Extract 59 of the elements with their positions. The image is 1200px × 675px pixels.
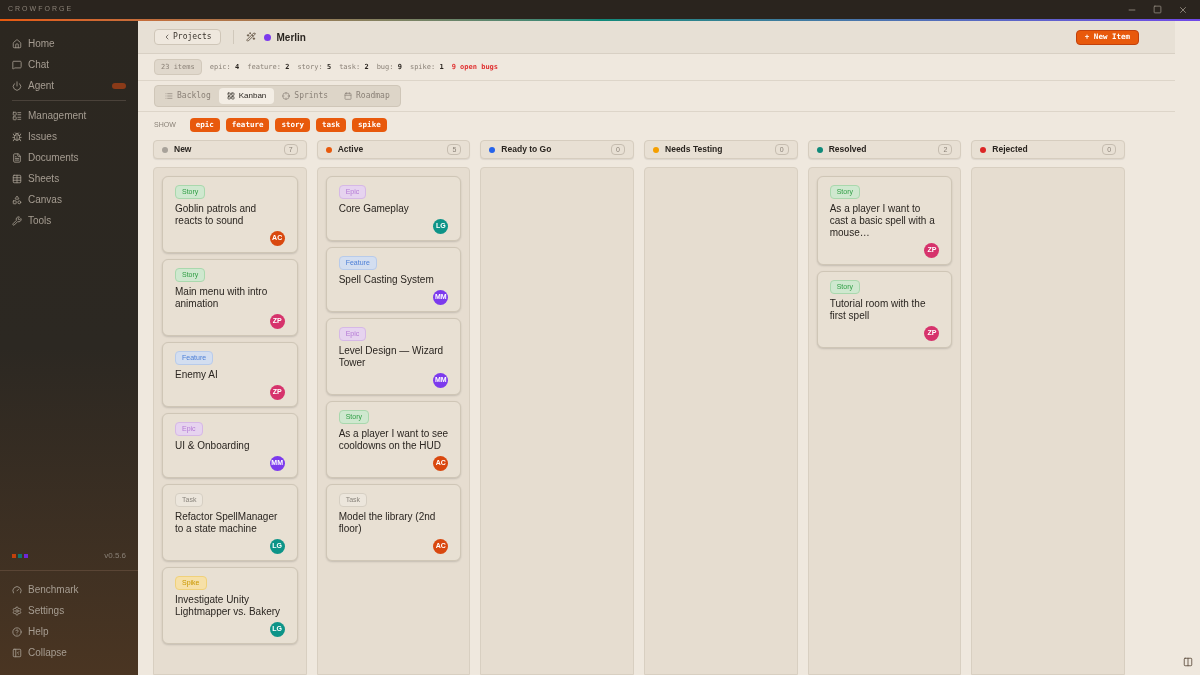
help-icon [12,626,22,637]
sidebar-item[interactable]: Canvas [0,189,138,210]
card-title: Enemy AI [175,369,219,381]
crosshair-icon [282,92,291,100]
sidebar-item[interactable]: Benchmark [0,579,138,600]
shapes-icon [12,194,22,205]
collapse-icon [12,647,22,658]
sidebar-item[interactable]: Home [0,33,138,54]
column-title: Resolved [828,143,868,156]
chat-icon [12,59,22,70]
card-title: Model the library (2nd floor) [338,511,437,535]
chevron-left-icon [163,33,171,41]
close-icon[interactable] [1178,4,1188,15]
list-icon [165,92,173,100]
card-title: Level Design — Wizard Tower [338,345,445,369]
color-dots-icon [12,554,28,558]
home-icon [12,38,22,49]
list-icon [12,110,22,121]
sidebar-item[interactable]: Sheets [0,168,138,189]
column-title: New [174,143,193,156]
card-title: Tutorial room with the first spell [829,298,927,322]
card-title: As a player I want to cast a basic spell with a mouse… [829,203,936,239]
gauge-icon [12,584,22,595]
power-icon [12,80,22,91]
calendar-icon [344,92,353,100]
column-title: Active [337,143,365,156]
view-tab[interactable]: Kanban [218,88,275,104]
sidebar-item[interactable]: Help [0,621,138,642]
table-icon [12,173,22,184]
wrench-icon [12,215,22,226]
grid-icon [226,92,235,100]
sidebar-item[interactable]: Collapse [0,642,138,663]
document-icon [12,152,22,163]
wand-icon [245,32,256,42]
project-name: Merlin [276,30,306,45]
column-title: Rejected [992,143,1029,156]
settings-icon [12,605,22,616]
sidebar-item[interactable]: Issues [0,126,138,147]
card-title: Investigate Unity Lightmapper vs. Bakery [175,594,282,618]
column-title: Needs Testing [665,143,724,156]
sidebar-item[interactable]: Agent [0,75,138,96]
card-title: Refactor SpellManager to a state machine [175,511,279,535]
card-title: Spell Casting System [338,274,435,286]
card-title: Goblin patrols and reacts to sound [175,203,258,227]
card-title: UI & Onboarding [175,440,251,452]
sidebar-item[interactable]: Documents [0,147,138,168]
card-title: As a player I want to see cooldowns on the HUD [338,428,449,452]
sidebar-item[interactable]: Chat [0,54,138,75]
column-title: Ready to Go [501,143,553,156]
version-label: v0.5.6 [104,550,126,562]
sidebar-item[interactable]: Management [0,105,138,126]
panel-icon[interactable] [1182,657,1193,667]
card-title: Main menu with intro animation [175,286,269,310]
bug-icon [12,131,22,142]
back-button[interactable]: Projects [154,29,221,45]
card-title: Core Gameplay [338,203,410,215]
maximize-icon[interactable] [1153,4,1162,14]
sidebar-item[interactable]: Settings [0,600,138,621]
sidebar-item[interactable]: Tools [0,210,138,231]
